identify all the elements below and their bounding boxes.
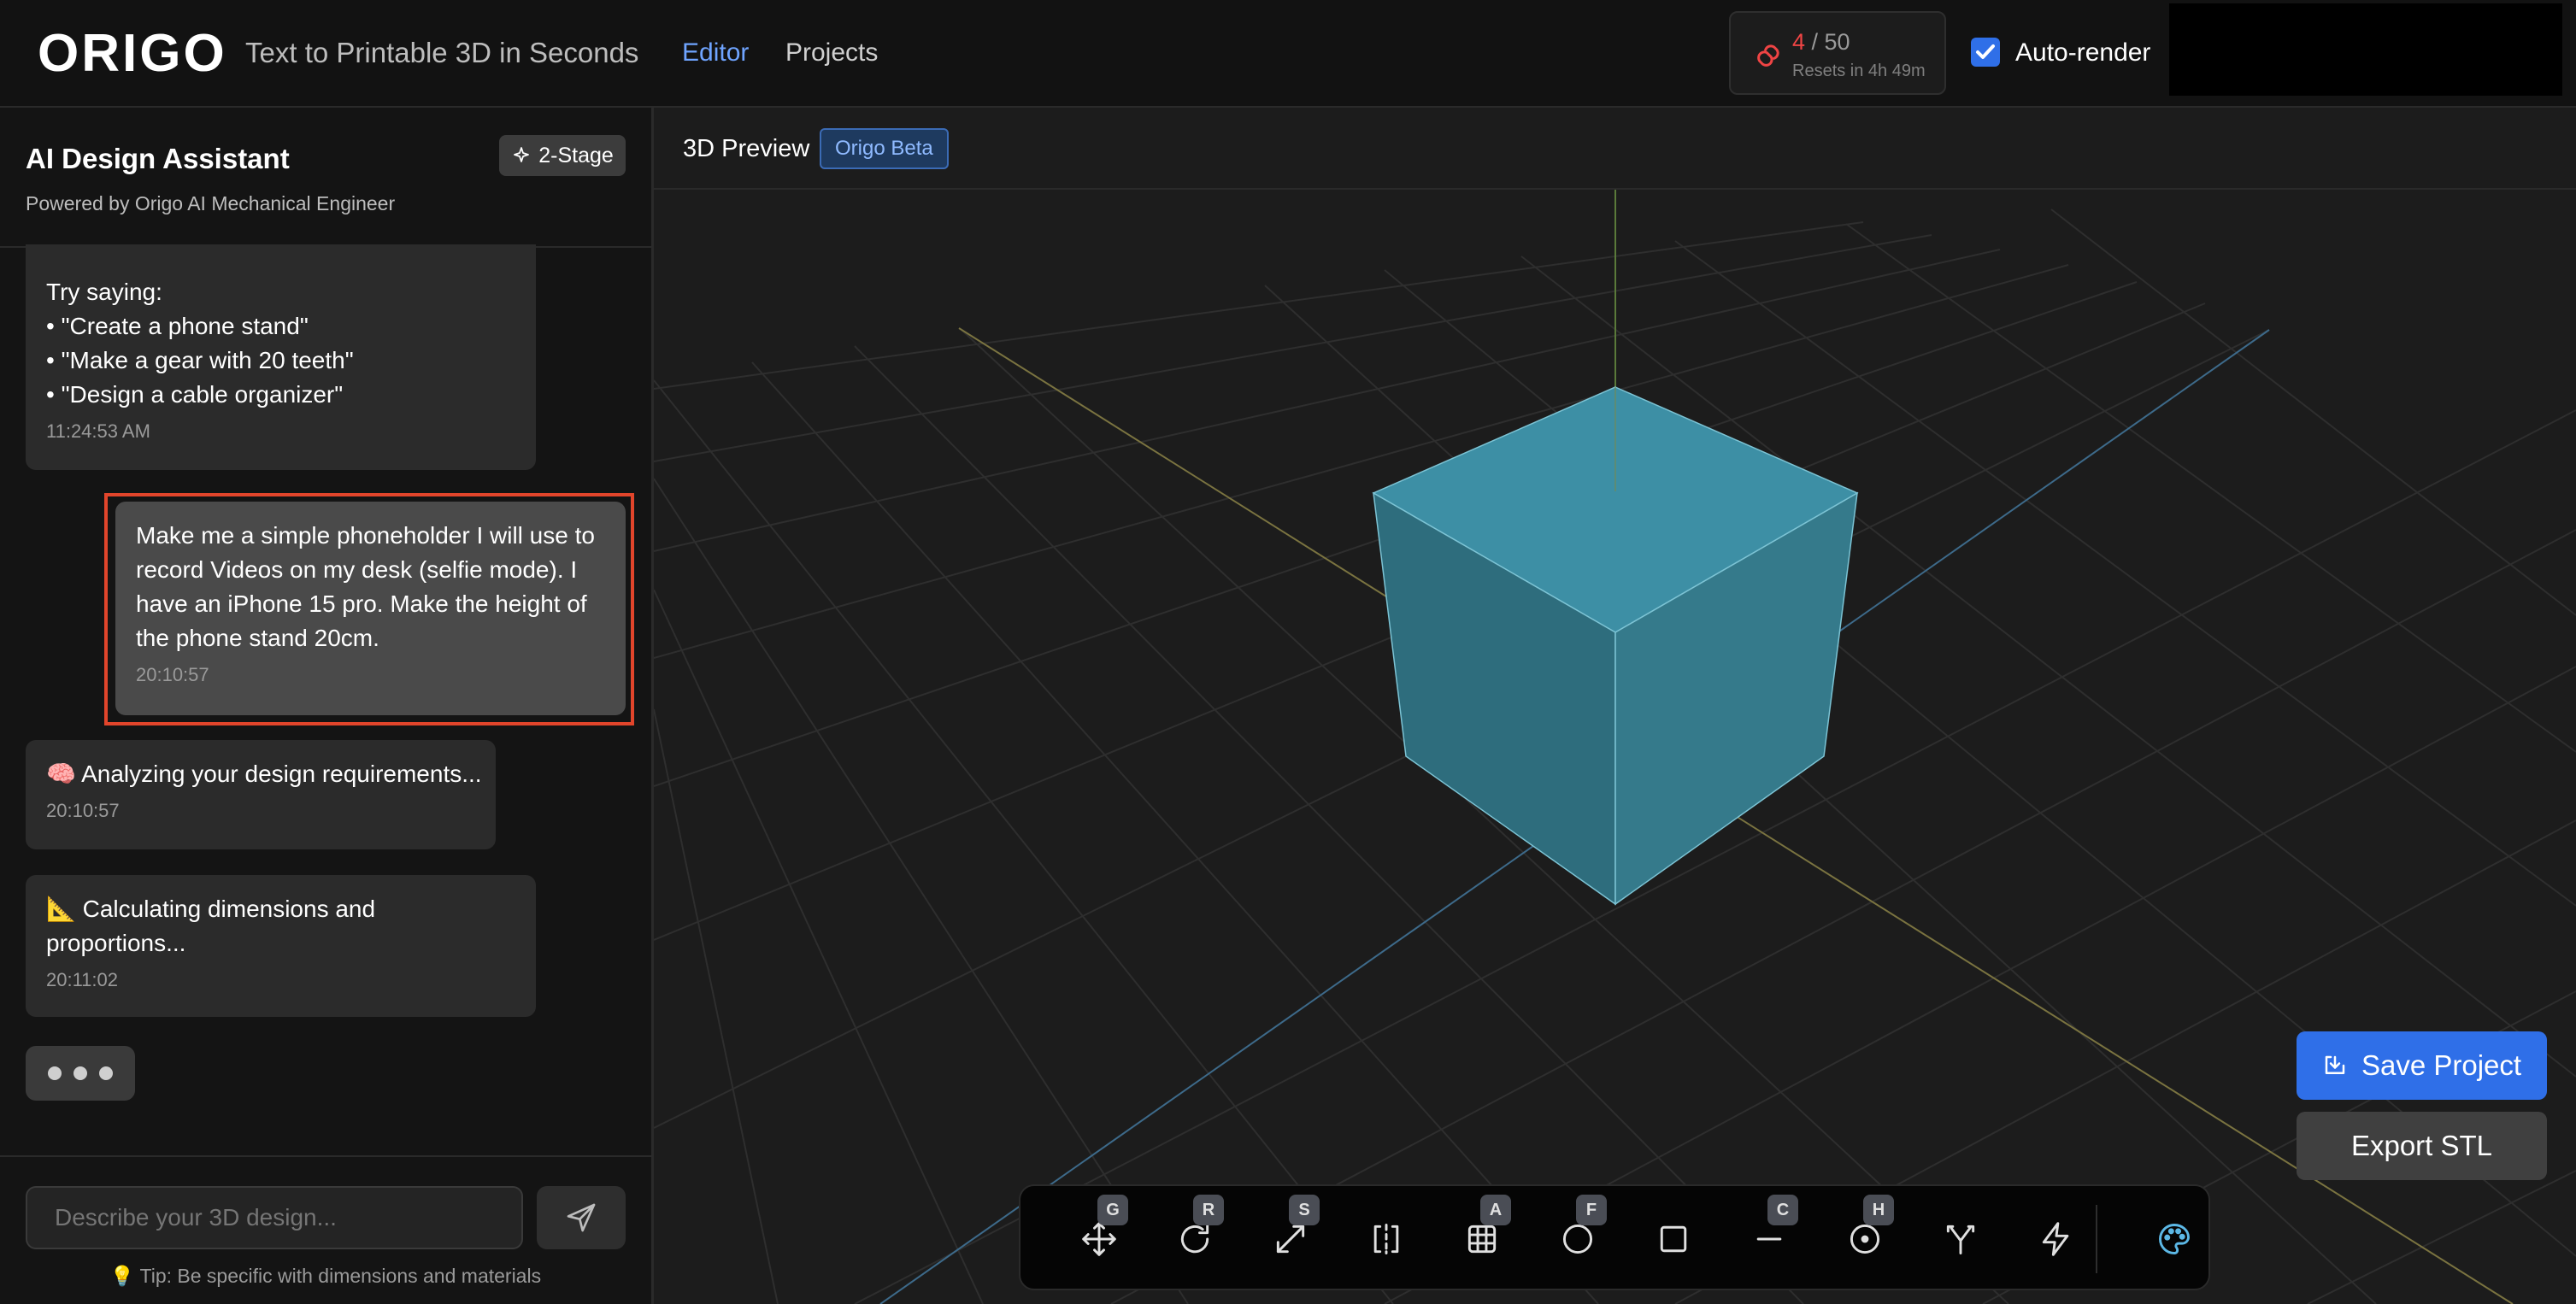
hole-icon	[1846, 1220, 1884, 1258]
tool-bar: G R S A F C	[1019, 1184, 2210, 1290]
message-timestamp: 20:10:57	[46, 798, 475, 824]
fillet-shortcut: F	[1576, 1195, 1607, 1225]
send-icon	[564, 1201, 598, 1235]
message-line: have an iPhone 15 pro. Make the height o…	[136, 587, 605, 621]
usage-reset-text: Resets in 4h 49m	[1792, 61, 1926, 81]
move-shortcut: G	[1097, 1195, 1128, 1225]
line-icon	[1750, 1220, 1788, 1258]
app-logo[interactable]: ORIGO	[38, 24, 227, 84]
export-stl-label: Export STL	[2351, 1130, 2492, 1162]
top-bar: ORIGO Text to Printable 3D in Seconds Ed…	[0, 0, 2576, 108]
save-project-button[interactable]: Save Project	[2297, 1031, 2547, 1100]
typing-dot	[74, 1066, 87, 1080]
check-icon	[1971, 38, 2000, 67]
beta-badge: Origo Beta	[820, 128, 949, 169]
usage-indicator: 4 / 50 Resets in 4h 49m	[1729, 11, 1946, 95]
lightning-icon	[2038, 1220, 2075, 1258]
two-stage-label: 2-Stage	[538, 135, 614, 176]
toolbar-separator	[2096, 1205, 2097, 1273]
nav-projects[interactable]: Projects	[785, 36, 878, 70]
two-stage-button[interactable]: 2-Stage	[499, 135, 626, 176]
rotate-icon	[1176, 1220, 1214, 1258]
message-line: Try saying:	[46, 275, 515, 309]
usage-count: 4 / 50	[1792, 28, 1850, 56]
message-timestamp: 11:24:53 AM	[46, 419, 515, 444]
assistant-message: Try saying: • "Create a phone stand" • "…	[26, 244, 536, 470]
header-user-area	[2169, 3, 2562, 96]
chat-input[interactable]	[26, 1186, 523, 1249]
mirror-tool[interactable]	[1366, 1219, 1407, 1260]
shell-tool[interactable]	[1653, 1219, 1694, 1260]
message-line: 📐 Calculating dimensions and	[46, 892, 515, 926]
usage-used: 4	[1792, 29, 1805, 55]
typing-indicator	[26, 1046, 135, 1101]
usage-icon	[1751, 38, 1785, 73]
material-tool[interactable]	[2154, 1219, 2195, 1260]
auto-render-checkbox[interactable]	[1971, 38, 2000, 67]
message-timestamp: 20:11:02	[46, 967, 515, 993]
chamfer-shortcut: C	[1767, 1195, 1798, 1225]
viewport-header: 3D Preview Origo Beta	[654, 108, 2576, 190]
viewport-title: 3D Preview	[683, 133, 809, 164]
chat-panel-title: AI Design Assistant	[26, 142, 290, 176]
typing-dot	[48, 1066, 62, 1080]
move-icon	[1080, 1220, 1118, 1258]
assistant-message: 🧠 Analyzing your design requirements... …	[26, 740, 496, 849]
nav-editor[interactable]: Editor	[682, 36, 749, 70]
split-tool[interactable]	[1940, 1219, 1981, 1260]
message-line: Make me a simple phoneholder I will use …	[136, 519, 605, 553]
circle-icon	[1559, 1220, 1597, 1258]
grid-icon	[1463, 1220, 1501, 1258]
message-line: 🧠 Analyzing your design requirements...	[46, 757, 475, 791]
split-icon	[1942, 1220, 1979, 1258]
message-line: the phone stand 20cm.	[136, 621, 605, 655]
app-tagline: Text to Printable 3D in Seconds	[245, 36, 638, 70]
3d-canvas[interactable]	[654, 190, 2576, 1304]
message-line: record Videos on my desk (selfie mode). …	[136, 553, 605, 587]
usage-total: / 50	[1805, 29, 1850, 55]
export-stl-button[interactable]: Export STL	[2297, 1112, 2547, 1180]
scale-shortcut: S	[1289, 1195, 1320, 1225]
palette-icon	[2155, 1220, 2193, 1258]
input-tip: 💡 Tip: Be specific with dimensions and m…	[0, 1263, 651, 1289]
mirror-icon	[1367, 1220, 1405, 1258]
scale-icon	[1272, 1220, 1309, 1258]
send-button[interactable]	[537, 1186, 626, 1249]
square-icon	[1655, 1220, 1692, 1258]
typing-dot	[99, 1066, 113, 1080]
quick-action-tool[interactable]	[2036, 1219, 2077, 1260]
chat-panel: AI Design Assistant Powered by Origo AI …	[0, 108, 654, 1304]
array-shortcut: A	[1480, 1195, 1511, 1225]
message-line: • "Make a gear with 20 teeth"	[46, 344, 515, 378]
user-message: Make me a simple phoneholder I will use …	[115, 502, 626, 715]
message-timestamp: 20:10:57	[136, 662, 605, 688]
rotate-shortcut: R	[1193, 1195, 1224, 1225]
message-line: proportions...	[46, 926, 515, 960]
divider	[0, 1155, 651, 1157]
message-line: • "Design a cable organizer"	[46, 378, 515, 412]
sparkle-icon	[511, 145, 532, 166]
chat-panel-subtitle: Powered by Origo AI Mechanical Engineer	[26, 191, 395, 215]
assistant-message: 📐 Calculating dimensions and proportions…	[26, 875, 536, 1017]
hole-shortcut: H	[1863, 1195, 1894, 1225]
save-icon	[2322, 1053, 2348, 1078]
save-project-label: Save Project	[2361, 1049, 2521, 1082]
message-line: • "Create a phone stand"	[46, 309, 515, 344]
auto-render-label[interactable]: Auto-render	[2015, 38, 2150, 68]
viewport-panel: 3D Preview Origo Beta	[654, 108, 2576, 1304]
